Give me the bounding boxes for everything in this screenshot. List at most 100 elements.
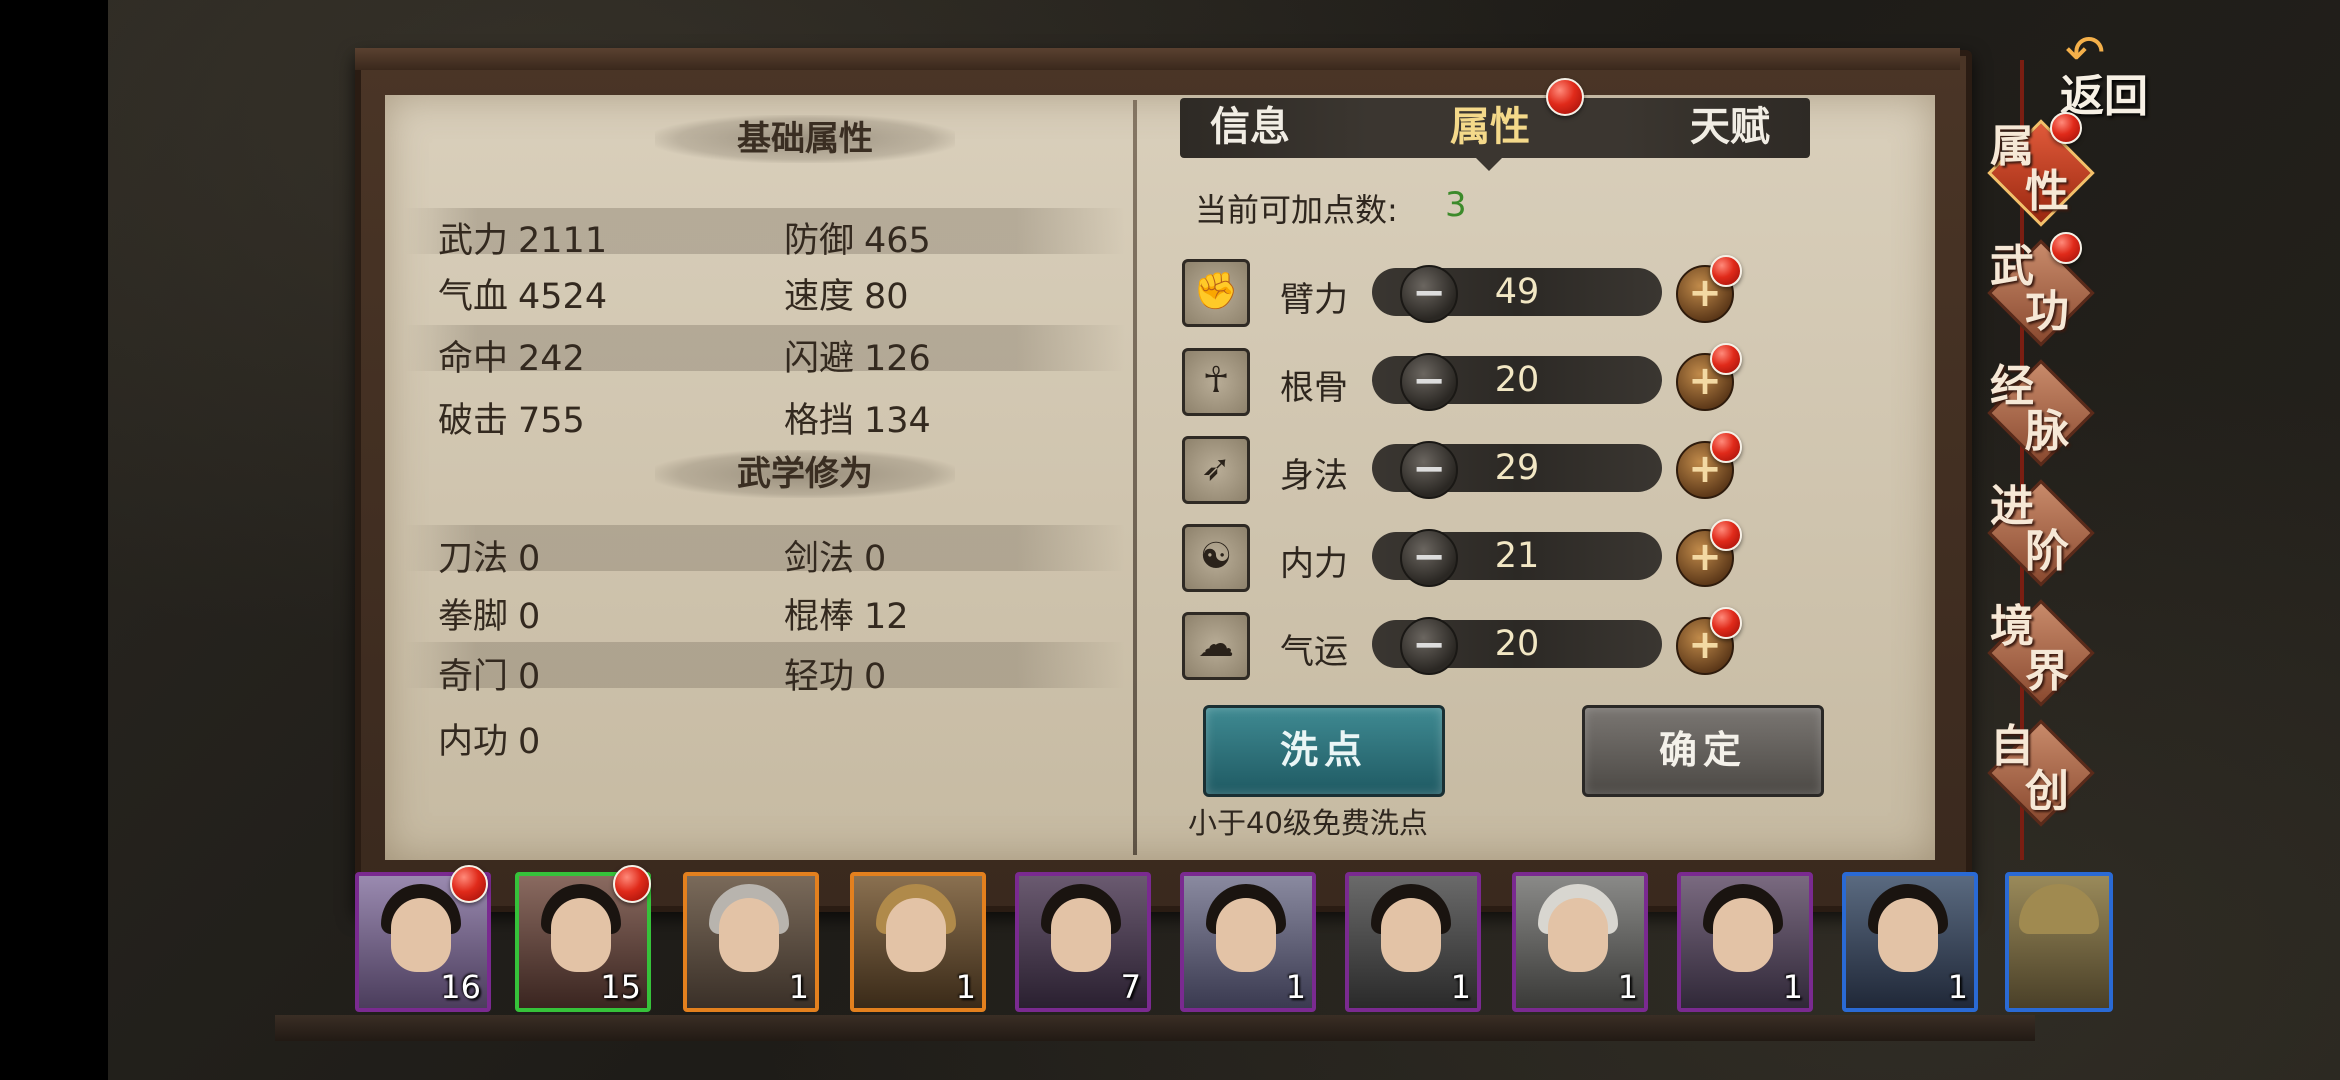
stat-speed: 速度 80 bbox=[784, 277, 909, 317]
side-tab-char: 性 bbox=[2025, 166, 2069, 217]
notification-dot bbox=[1546, 78, 1584, 116]
arm-strength-icon: ✊ bbox=[1182, 259, 1250, 327]
stat-fist: 拳脚 0 bbox=[438, 597, 541, 637]
side-tab-meridians[interactable]: 经 脉 bbox=[1987, 359, 2095, 467]
side-tab-self-create[interactable]: 自 创 bbox=[1987, 719, 2095, 827]
screen-edge bbox=[0, 0, 108, 1080]
side-tab-char: 创 bbox=[2025, 766, 2069, 817]
portrait-face bbox=[886, 898, 946, 972]
notification-dot bbox=[2050, 232, 2082, 264]
bone-icon: ☥ bbox=[1182, 348, 1250, 416]
notification-dot bbox=[1710, 431, 1742, 463]
character-level: 7 bbox=[1120, 968, 1141, 1006]
side-tab-char: 进 bbox=[1990, 481, 2034, 532]
character-level: 1 bbox=[788, 968, 809, 1006]
decrease-button[interactable]: − bbox=[1400, 265, 1458, 323]
stat-blade: 刀法 0 bbox=[438, 539, 541, 579]
agility-icon: ➶ bbox=[1182, 436, 1250, 504]
attribute-label: 气运 bbox=[1280, 632, 1348, 672]
portrait-face bbox=[1051, 898, 1111, 972]
side-tab-char: 经 bbox=[1990, 361, 2034, 412]
decrease-button[interactable]: − bbox=[1400, 353, 1458, 411]
free-reset-note: 小于40级免费洗点 bbox=[1188, 806, 1428, 840]
stat-dodge: 闪避 126 bbox=[784, 339, 931, 379]
portrait-face bbox=[1548, 898, 1608, 972]
notification-dot bbox=[2050, 112, 2082, 144]
character-level: 16 bbox=[440, 968, 481, 1006]
side-tab-char: 自 bbox=[1990, 721, 2034, 772]
character-card[interactable]: 7 bbox=[1015, 872, 1151, 1012]
side-tab-advance[interactable]: 进 阶 bbox=[1987, 479, 2095, 587]
attribute-label: 内力 bbox=[1280, 544, 1348, 584]
stat-defense: 防御 465 bbox=[784, 221, 931, 261]
side-tab-char: 界 bbox=[2025, 646, 2069, 697]
character-level: 1 bbox=[1782, 968, 1803, 1006]
attribute-label: 根骨 bbox=[1280, 368, 1348, 408]
notification-dot bbox=[1710, 255, 1742, 287]
portrait-face bbox=[1713, 898, 1773, 972]
side-tab-char: 属 bbox=[1990, 121, 2034, 172]
character-level: 1 bbox=[1285, 968, 1306, 1006]
tab-attributes[interactable]: 属性 bbox=[1430, 98, 1550, 158]
notification-dot bbox=[613, 865, 651, 903]
bottom-wood-strip bbox=[275, 1015, 2035, 1041]
character-card[interactable]: 1 bbox=[1512, 872, 1648, 1012]
stat-lightness: 轻功 0 bbox=[784, 657, 887, 697]
board-top-beam bbox=[355, 48, 1960, 70]
stat-inner-skill: 内功 0 bbox=[438, 722, 541, 762]
portrait-face bbox=[719, 898, 779, 972]
stat-crit: 破击 755 bbox=[438, 401, 585, 441]
notification-dot bbox=[1710, 607, 1742, 639]
stat-hit: 命中 242 bbox=[438, 339, 585, 379]
stat-force: 武力 2111 bbox=[438, 221, 608, 261]
character-level: 15 bbox=[600, 968, 641, 1006]
stat-staff: 棍棒 12 bbox=[784, 597, 909, 637]
stat-sword: 剑法 0 bbox=[784, 539, 887, 579]
side-tab-char: 武 bbox=[1990, 241, 2034, 292]
character-card[interactable]: 1 bbox=[1345, 872, 1481, 1012]
available-points-value: 3 bbox=[1445, 185, 1467, 225]
stat-hp: 气血 4524 bbox=[438, 277, 608, 317]
character-level: 1 bbox=[1617, 968, 1638, 1006]
confirm-button[interactable]: 确定 bbox=[1582, 705, 1824, 797]
character-level: 1 bbox=[1450, 968, 1471, 1006]
martial-cultivation-title: 武学修为 bbox=[655, 450, 955, 498]
tab-info[interactable]: 信息 bbox=[1195, 98, 1305, 158]
fortune-cloud-icon: ☁ bbox=[1182, 612, 1250, 680]
side-tab-realm[interactable]: 境 界 bbox=[1987, 599, 2095, 707]
side-tab-char: 境 bbox=[1990, 601, 2034, 652]
character-card[interactable]: 1 bbox=[850, 872, 986, 1012]
portrait-face bbox=[1381, 898, 1441, 972]
panel-divider bbox=[1133, 100, 1137, 855]
stat-exotic: 奇门 0 bbox=[438, 657, 541, 697]
side-tab-char: 阶 bbox=[2025, 526, 2069, 577]
notification-dot bbox=[450, 865, 488, 903]
character-card[interactable]: 1 bbox=[1842, 872, 1978, 1012]
decrease-button[interactable]: − bbox=[1400, 441, 1458, 499]
basic-attributes-title: 基础属性 bbox=[655, 115, 955, 163]
portrait-face bbox=[551, 898, 611, 972]
character-card[interactable]: 1 bbox=[1180, 872, 1316, 1012]
notification-dot bbox=[1710, 519, 1742, 551]
stat-block: 格挡 134 bbox=[784, 401, 931, 441]
notification-dot bbox=[1710, 343, 1742, 375]
character-card[interactable]: 1 bbox=[683, 872, 819, 1012]
portrait-face bbox=[391, 898, 451, 972]
character-level: 1 bbox=[1947, 968, 1968, 1006]
portrait-face bbox=[1878, 898, 1938, 972]
character-level: 1 bbox=[955, 968, 976, 1006]
active-tab-pointer bbox=[1475, 157, 1503, 171]
character-card[interactable]: 1 bbox=[1677, 872, 1813, 1012]
attribute-label: 身法 bbox=[1280, 456, 1348, 496]
character-card[interactable] bbox=[2005, 872, 2113, 1012]
portrait-face bbox=[1216, 898, 1276, 972]
side-tab-char: 脉 bbox=[2025, 406, 2069, 457]
side-tab-char: 功 bbox=[2025, 286, 2069, 337]
reset-points-button[interactable]: 洗点 bbox=[1203, 705, 1445, 797]
decrease-button[interactable]: − bbox=[1400, 529, 1458, 587]
meditation-icon: ☯ bbox=[1182, 524, 1250, 592]
tab-talent[interactable]: 天赋 bbox=[1675, 98, 1785, 158]
available-points-label: 当前可加点数: bbox=[1195, 191, 1398, 229]
decrease-button[interactable]: − bbox=[1400, 617, 1458, 675]
attribute-label: 臂力 bbox=[1280, 280, 1348, 320]
